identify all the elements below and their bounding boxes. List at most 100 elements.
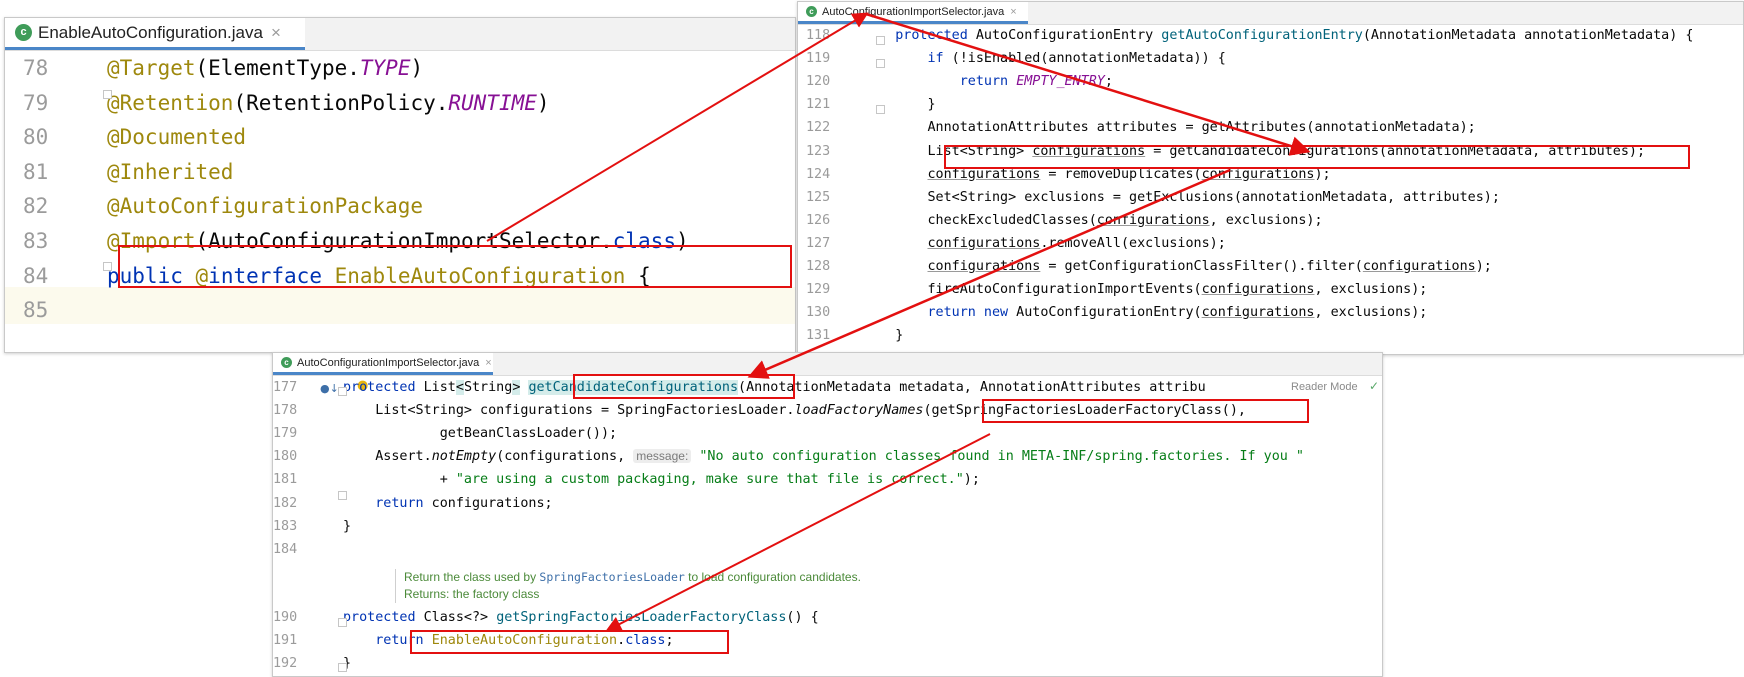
fold-marker-icon[interactable] (103, 90, 112, 99)
method-implements-icon[interactable]: ●↓ (320, 382, 339, 395)
code-line[interactable]: checkExcludedClasses(configurations, exc… (863, 212, 1323, 228)
code-line[interactable]: return configurations; (343, 496, 552, 511)
code-line[interactable]: protected List<String> getCandidateConfi… (343, 380, 1206, 395)
code-token: (configurations, (496, 449, 634, 465)
code-line[interactable]: } (863, 328, 903, 343)
code-token: , exclusions); (1209, 212, 1323, 228)
code-token: ; (665, 633, 674, 649)
fold-marker-icon[interactable] (338, 387, 347, 396)
line-number: 181 (273, 472, 298, 488)
line-number: 118 (806, 28, 831, 43)
code-token: configurations (927, 259, 1041, 274)
code-token: } (863, 328, 904, 344)
fold-marker-icon[interactable] (876, 105, 885, 114)
line-number: 192 (273, 656, 298, 672)
code-line[interactable]: if (!isEnabled(annotationMetadata)) { (863, 51, 1226, 66)
code-line[interactable]: getBeanClassLoader()); (343, 426, 617, 441)
line-number: 126 (806, 212, 831, 228)
tab-enable-auto-configuration[interactable]: c EnableAutoConfiguration.java × (5, 18, 305, 50)
code-token: @Import (107, 229, 196, 253)
code-token: .removeAll(exclusions); (1040, 235, 1226, 251)
code-line[interactable]: } (863, 97, 935, 112)
tab-auto-configuration-import-selector[interactable]: c AutoConfigurationImportSelector.java × (273, 353, 493, 375)
code-token: = getCandidateConfigurations(annotationM… (1145, 143, 1646, 159)
code-token: ); (1475, 259, 1492, 274)
code-line[interactable]: configurations.removeAll(exclusions); (863, 236, 1226, 251)
code-token: getAutoConfigurationEntry (1161, 28, 1363, 43)
code-token: configurations (1096, 212, 1210, 228)
code-line[interactable]: return new AutoConfigurationEntry(config… (863, 305, 1428, 321)
fold-marker-icon[interactable] (338, 663, 347, 672)
code-line[interactable]: @Inherited (107, 160, 233, 184)
code-line[interactable]: @Retention(RetentionPolicy.RUNTIME) (107, 91, 550, 115)
inspection-ok-icon: ✓ (1369, 379, 1380, 393)
code-line[interactable]: List<String> configurations = getCandida… (863, 144, 1645, 159)
code-line[interactable]: return EMPTY_ENTRY; (863, 74, 1113, 89)
code-line[interactable]: + "are using a custom packaging, make su… (343, 472, 980, 487)
code-line[interactable]: return EnableAutoConfiguration.class; (343, 633, 674, 649)
code-token: = getConfigurationClassFilter().filter( (1040, 259, 1363, 274)
code-token: notEmpty (431, 449, 497, 465)
editor-panel-auto-configuration-import-selector: c AutoConfigurationImportSelector.java ×… (797, 1, 1744, 355)
tab-bar: c EnableAutoConfiguration.java × (5, 18, 795, 51)
fold-marker-icon[interactable] (876, 59, 885, 68)
code-token: if (927, 51, 944, 67)
tab-label: AutoConfigurationImportSelector.java (297, 356, 480, 369)
javadoc-description: Return the class used by SpringFactories… (404, 570, 861, 584)
parameter-hint: message: (633, 449, 692, 464)
fold-marker-icon[interactable] (338, 618, 347, 627)
code-token: List<String> (863, 143, 1033, 159)
code-line[interactable]: Assert.notEmpty(configurations, message:… (343, 449, 1304, 464)
line-number: 179 (273, 426, 298, 442)
code-token: (ElementType. (195, 56, 360, 80)
code-line[interactable]: @Documented (107, 125, 246, 149)
editor-panel-enable-auto-configuration: c EnableAutoConfiguration.java × 78 @Targ… (4, 17, 796, 353)
javadoc-class-link[interactable]: SpringFactoriesLoader (539, 570, 684, 584)
code-line[interactable]: protected Class<?> getSpringFactoriesLoa… (343, 610, 819, 625)
code-token: ) (410, 56, 424, 80)
fold-marker-icon[interactable] (876, 36, 885, 45)
reader-mode-button[interactable]: Reader Mode (1291, 381, 1358, 393)
code-token: = removeDuplicates( (1040, 166, 1202, 182)
close-tab-icon[interactable]: × (271, 23, 281, 43)
javadoc-rendered: Return the class used by SpringFactories… (395, 569, 1004, 603)
code-line[interactable]: List<String> configurations = SpringFact… (343, 403, 1246, 418)
code-token: configurations (1201, 166, 1315, 182)
line-number: 182 (273, 495, 298, 511)
code-line[interactable]: AnnotationAttributes attributes = getAtt… (863, 120, 1475, 135)
code-line[interactable]: protected AutoConfigurationEntry getAuto… (863, 28, 1693, 43)
code-token: , exclusions); (1314, 282, 1428, 298)
code-line[interactable]: configurations = removeDuplicates(config… (863, 167, 1331, 182)
code-line[interactable]: Set<String> exclusions = getExclusions(a… (863, 190, 1499, 205)
close-tab-icon[interactable]: × (1010, 6, 1016, 18)
code-token: , exclusions); (1314, 305, 1428, 321)
line-number: 123 (806, 143, 831, 159)
fold-marker-icon[interactable] (338, 491, 347, 500)
code-line[interactable]: public @interface EnableAutoConfiguratio… (107, 264, 651, 288)
code-token: AutoConfigurationEntry( (1008, 305, 1202, 321)
code-token: String (463, 380, 513, 395)
line-number: 180 (273, 449, 298, 465)
code-line[interactable]: fireAutoConfigurationImportEvents(config… (863, 282, 1427, 297)
fold-marker-icon[interactable] (103, 262, 112, 271)
code-line[interactable]: @Import(AutoConfigurationImportSelector.… (107, 229, 689, 253)
line-number: 178 (273, 403, 298, 419)
code-token: (AnnotationMetadata metadata, Annotation… (738, 380, 1206, 395)
code-token: "No auto configuration classes found in … (699, 449, 1304, 465)
line-number: 84 (23, 263, 49, 288)
code-token: (AnnotationMetadata annotationMetadata) … (1362, 28, 1694, 43)
code-line[interactable]: @Target(ElementType.TYPE) (107, 56, 423, 80)
code-token: EnableAutoConfiguration (334, 263, 626, 288)
code-token: (RetentionPolicy. (233, 90, 449, 115)
tab-auto-configuration-import-selector[interactable]: c AutoConfigurationImportSelector.java × (798, 2, 1028, 24)
code-token: checkExcludedClasses( (863, 212, 1097, 228)
code-token: < (455, 380, 464, 395)
code-line[interactable]: configurations = getConfigurationClassFi… (863, 259, 1492, 274)
code-line[interactable]: } (343, 519, 351, 534)
code-line[interactable]: @AutoConfigurationPackage (107, 194, 423, 218)
code-token: @ (195, 263, 209, 288)
close-tab-icon[interactable]: × (485, 357, 491, 369)
code-token: @AutoConfigurationPackage (107, 194, 424, 219)
